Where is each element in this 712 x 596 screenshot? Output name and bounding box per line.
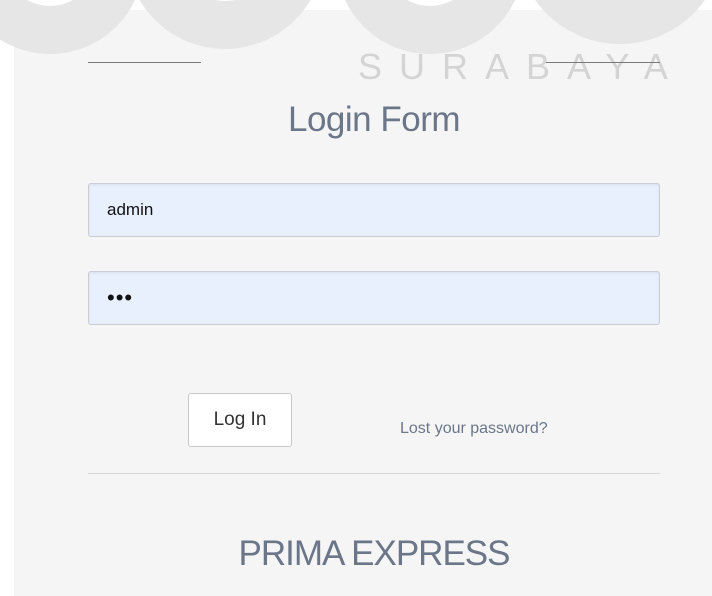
decorative-line-right [546, 62, 660, 63]
lost-password-link[interactable]: Lost your password? [400, 420, 548, 438]
form-title: Login Form [287, 100, 461, 139]
brand-name: PRIMA EXPRESS [238, 534, 511, 573]
login-button[interactable]: Log In [188, 393, 292, 447]
password-input[interactable] [88, 271, 660, 325]
divider [88, 473, 660, 474]
watermark-text: SURABAYA [358, 46, 685, 87]
username-input[interactable] [88, 183, 660, 237]
decorative-line-left [88, 62, 201, 63]
